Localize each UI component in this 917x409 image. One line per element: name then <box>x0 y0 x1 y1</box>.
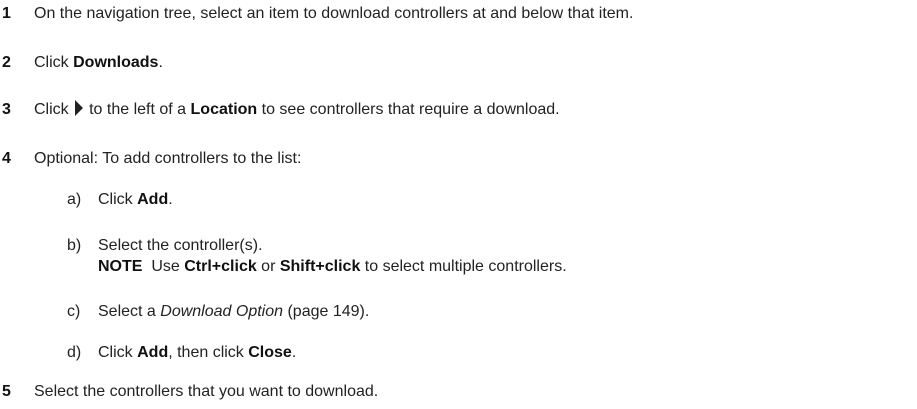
substep-text-pre: Click <box>98 191 138 208</box>
substep-text-pre: Select a <box>98 303 161 320</box>
substep-letter: d) <box>67 344 82 361</box>
step-text: Select the controllers that you want to … <box>34 383 379 400</box>
step-number: 4 <box>2 150 11 167</box>
step-text-pre: Click <box>34 54 74 71</box>
shift-click-term: Shift+click <box>279 258 361 275</box>
substep-text-mid: , then click <box>168 344 249 361</box>
step-text-mid: to the left of a <box>89 101 191 118</box>
close-ui-term: Close <box>248 344 292 361</box>
step-2: 2 Click Downloads. <box>0 53 917 73</box>
instruction-document: 1 On the navigation tree, select an item… <box>0 0 917 409</box>
step-text-post: to see controllers that require a downlo… <box>257 101 560 118</box>
step-text: Click Downloads. <box>34 53 163 73</box>
step-number: 2 <box>2 54 11 71</box>
step-4: 4 Optional: To add controllers to the li… <box>0 149 917 169</box>
step-1: 1 On the navigation tree, select an item… <box>0 4 917 24</box>
substep-text: Select a Download Option (page 149). <box>98 302 369 322</box>
step-text: Optional: To add controllers to the list… <box>34 150 302 167</box>
step-number: 1 <box>2 5 11 22</box>
note-label: NOTE <box>98 258 143 275</box>
note-line: NOTE Use Ctrl+click or Shift+click to se… <box>98 257 567 277</box>
substep-d: d) Click Add, then click Close. <box>0 343 917 363</box>
add-ui-term: Add <box>137 191 169 208</box>
step-text: Click to the left of a Location to see c… <box>34 100 560 120</box>
ctrl-click-term: Ctrl+click <box>184 258 257 275</box>
substep-b: b) Select the controller(s). NOTE Use Ct… <box>0 236 917 278</box>
step-text-pre: Click <box>34 101 74 118</box>
note-text-mid: or <box>256 258 280 275</box>
substep-letter: c) <box>67 303 81 320</box>
downloads-ui-term: Downloads <box>73 54 159 71</box>
add-ui-term: Add <box>137 344 169 361</box>
substep-letter: a) <box>67 191 82 208</box>
substep-text: Click Add, then click Close. <box>98 343 296 363</box>
substep-a: a) Click Add. <box>0 190 917 210</box>
step-3: 3 Click to the left of a Location to see… <box>0 100 917 120</box>
step-number: 5 <box>2 383 11 400</box>
substep-text: Click Add. <box>98 190 173 210</box>
substep-line-1: Select the controller(s). <box>98 237 263 254</box>
substep-text-post: (page 149). <box>283 303 370 320</box>
step-5: 5 Select the controllers that you want t… <box>0 382 917 402</box>
substep-text-post: . <box>168 191 173 208</box>
step-text-post: . <box>158 54 163 71</box>
note-text-post: to select multiple controllers. <box>360 258 567 275</box>
note-text-pre: Use <box>142 258 185 275</box>
location-ui-term: Location <box>190 101 258 118</box>
expand-triangle-icon <box>73 100 87 120</box>
substep-c: c) Select a Download Option (page 149). <box>0 302 917 322</box>
step-text: On the navigation tree, select an item t… <box>34 5 634 22</box>
download-option-link[interactable]: Download Option <box>160 303 283 320</box>
substep-letter: b) <box>67 237 82 254</box>
substep-text-post: . <box>291 344 297 361</box>
substep-text: Select the controller(s). NOTE Use Ctrl+… <box>98 236 567 277</box>
step-number: 3 <box>2 101 11 118</box>
substep-text-pre: Click <box>98 344 138 361</box>
